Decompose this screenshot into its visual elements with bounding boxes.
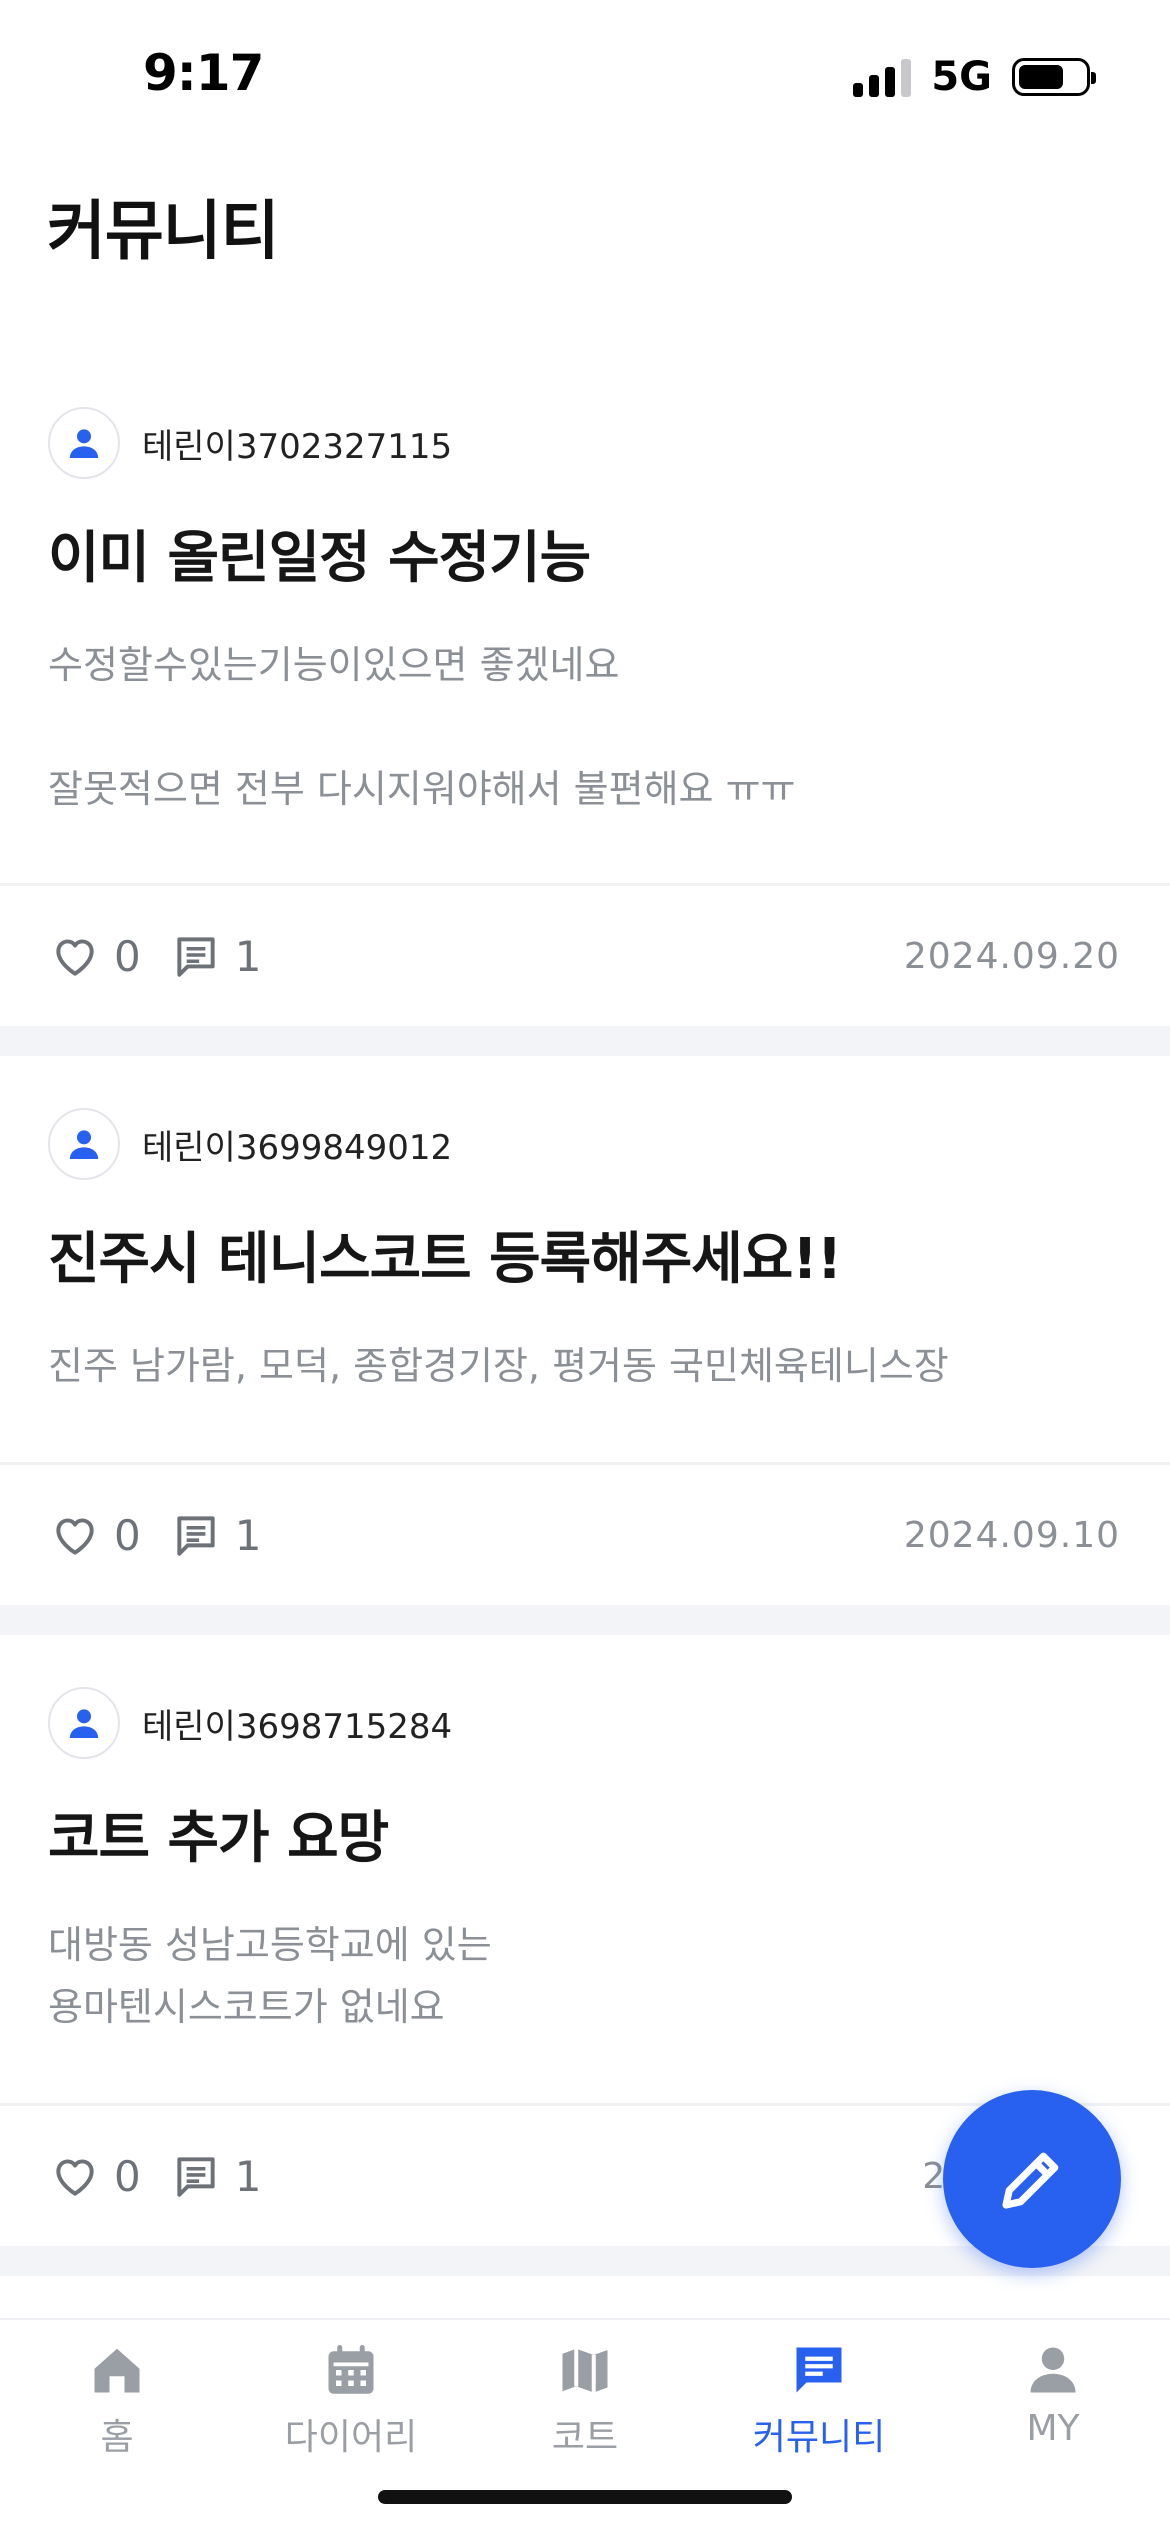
like-count: 0 <box>114 931 141 981</box>
calendar-icon <box>328 2345 374 2394</box>
community-screen: 9:17 5G 커뮤니티 테린이3702327115 이미 올린일정 수정기능 … <box>0 0 1170 2532</box>
author-name: 테린이3699849012 <box>142 1127 453 1168</box>
comment-icon <box>177 2157 215 2197</box>
post-date: 2024.09.10 <box>903 1514 1120 1556</box>
cellular-signal-icon <box>853 57 912 97</box>
post-card[interactable]: 테린이3699849012 진주시 테니스코트 등록해주세요!! 진주 남가람,… <box>0 1056 1170 1635</box>
post-card[interactable]: 테린이3702327115 이미 올린일정 수정기능 수정할수있는기능이있으면 … <box>0 355 1170 1056</box>
tab-label: 다이어리 <box>284 2417 418 2458</box>
post-author-row[interactable]: 테린이3702327115 <box>48 403 1122 483</box>
like-button[interactable]: 0 <box>50 1510 141 1560</box>
post-body: 대방동 성남고등학교에 있는 용마텐시스코트가 없네요 <box>48 1923 492 2030</box>
tab-court[interactable]: 코트 <box>468 2340 702 2460</box>
status-time: 9:17 <box>143 44 264 102</box>
post-title: 이미 올린일정 수정기능 <box>48 526 591 591</box>
like-count: 0 <box>114 1510 141 1560</box>
tab-label: 코트 <box>551 2417 619 2458</box>
comment-count: 1 <box>234 2151 262 2201</box>
section-separator <box>0 1026 1170 1056</box>
tab-community[interactable]: 커뮤니티 <box>702 2340 936 2460</box>
map-icon <box>562 2348 608 2393</box>
status-bar: 9:17 5G <box>0 0 1170 150</box>
person-icon <box>1030 2347 1076 2393</box>
person-icon <box>69 1130 99 1159</box>
avatar[interactable] <box>48 407 120 479</box>
author-name: 테린이3702327115 <box>142 426 453 467</box>
post-title: 코트 추가 요망 <box>48 1806 389 1871</box>
comment-icon <box>177 1516 215 1556</box>
post-footer: 0 1 2024.09.10 <box>0 1465 1170 1605</box>
comment-count: 1 <box>234 931 262 981</box>
pencil-icon <box>1002 2152 1059 2209</box>
author-name: 테린이3698715284 <box>142 1706 453 1747</box>
page-title: 커뮤니티 <box>47 195 280 269</box>
comment-button[interactable]: 1 <box>171 1510 262 1560</box>
heart-icon <box>56 1518 94 1555</box>
home-icon <box>94 2348 140 2393</box>
comment-button[interactable]: 1 <box>171 931 262 981</box>
post-footer: 0 1 2024.09.20 <box>0 886 1170 1026</box>
tab-diary[interactable]: 다이어리 <box>234 2340 468 2460</box>
tab-label: 커뮤니티 <box>752 2417 886 2458</box>
chat-icon <box>796 2347 842 2393</box>
person-icon <box>69 1709 99 1738</box>
home-indicator[interactable] <box>378 2490 792 2504</box>
like-button[interactable]: 0 <box>50 2151 141 2201</box>
post-date: 2024.09.20 <box>903 935 1120 977</box>
person-icon <box>69 429 99 458</box>
battery-icon <box>1012 58 1096 96</box>
post-title: 진주시 테니스코트 등록해주세요!! <box>48 1227 842 1292</box>
section-separator <box>0 1605 1170 1635</box>
like-button[interactable]: 0 <box>50 931 141 981</box>
write-post-button[interactable] <box>943 2090 1121 2268</box>
post-author-row[interactable]: 테린이3699849012 <box>48 1104 1122 1184</box>
tab-label: MY <box>1026 2408 1080 2449</box>
status-indicators: 5G <box>853 54 1096 100</box>
tab-my[interactable]: MY <box>936 2340 1170 2449</box>
post-body: 진주 남가람, 모덕, 종합경기장, 평거동 국민체육테니스장 <box>48 1344 949 1389</box>
avatar[interactable] <box>48 1687 120 1759</box>
avatar[interactable] <box>48 1108 120 1180</box>
comment-icon <box>177 937 215 977</box>
comment-button[interactable]: 1 <box>171 2151 262 2201</box>
post-author-row[interactable]: 테린이3698715284 <box>48 1683 1122 1763</box>
post-feed[interactable]: 테린이3702327115 이미 올린일정 수정기능 수정할수있는기능이있으면 … <box>0 355 1170 2276</box>
comment-count: 1 <box>234 1510 262 1560</box>
tab-label: 홈 <box>100 2417 134 2458</box>
tab-home[interactable]: 홈 <box>0 2340 234 2460</box>
heart-icon <box>56 2159 94 2196</box>
like-count: 0 <box>114 2151 141 2201</box>
post-body: 수정할수있는기능이있으면 좋겠네요 잘못적으면 전부 다시지워야해서 불편해요 … <box>48 643 796 812</box>
heart-icon <box>56 939 94 976</box>
network-label: 5G <box>931 54 992 100</box>
